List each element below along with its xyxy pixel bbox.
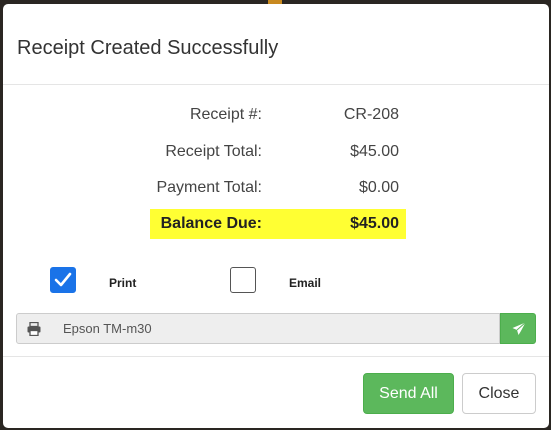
printer-addon — [16, 313, 52, 344]
payment-total-label: Payment Total: — [156, 179, 262, 196]
close-button[interactable]: Close — [462, 373, 536, 414]
payment-total-row: Payment Total: $0.00 — [3, 175, 549, 203]
print-label[interactable]: Print — [109, 276, 136, 290]
send-all-button[interactable]: Send All — [363, 373, 454, 414]
checkmark-icon — [54, 272, 72, 287]
printer-name-input[interactable] — [51, 313, 500, 344]
print-checkbox[interactable] — [50, 267, 76, 293]
receipt-number-row: Receipt #: CR-208 — [3, 102, 549, 130]
receipt-number-value: CR-208 — [343, 106, 399, 123]
balance-due-label: Balance Due: — [160, 215, 262, 232]
receipt-number-label: Receipt #: — [189, 106, 262, 123]
balance-due-value: $45.00 — [350, 215, 399, 232]
payment-total-value: $0.00 — [358, 179, 399, 196]
balance-due-row: Balance Due: $45.00 — [3, 211, 549, 239]
receipt-total-value: $45.00 — [350, 143, 399, 160]
receipt-modal: Receipt Created Successfully Receipt #: … — [3, 4, 549, 428]
paper-plane-icon — [512, 322, 526, 335]
printer-selector — [16, 313, 536, 344]
printer-icon — [27, 322, 41, 336]
modal-title: Receipt Created Successfully — [17, 37, 279, 59]
modal-footer-divider — [3, 356, 549, 357]
modal-header: Receipt Created Successfully — [3, 4, 549, 85]
receipt-total-row: Receipt Total: $45.00 — [3, 139, 549, 167]
email-checkbox[interactable] — [230, 267, 256, 293]
send-printer-button[interactable] — [500, 313, 536, 344]
email-label[interactable]: Email — [289, 276, 321, 290]
receipt-total-label: Receipt Total: — [165, 143, 262, 160]
